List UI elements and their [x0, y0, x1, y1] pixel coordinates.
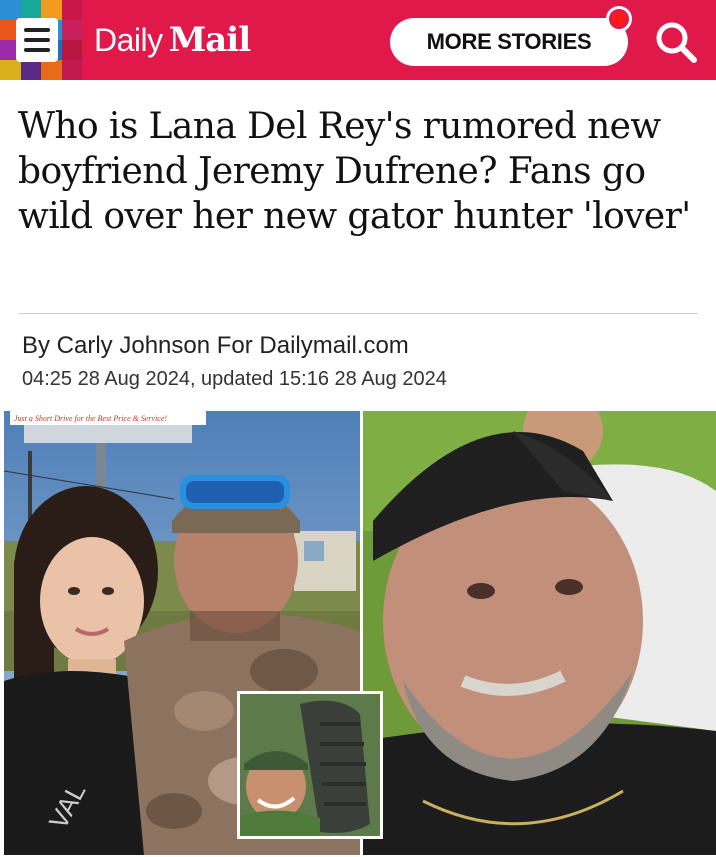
article-byline[interactable]: By Carly Johnson For Dailymail.com	[22, 330, 409, 362]
divider	[18, 313, 698, 314]
more-stories-button[interactable]: MORE STORIES	[390, 18, 628, 66]
inset-photo[interactable]	[237, 691, 383, 839]
article-dateline: 04:25 28 Aug 2024, updated 15:16 28 Aug …	[22, 368, 447, 390]
notification-dot-icon	[606, 6, 632, 32]
site-header: Daily Mail MORE STORIES	[0, 0, 716, 80]
hamburger-menu-icon[interactable]	[16, 18, 58, 62]
brand-mail: Mail	[168, 20, 251, 60]
search-icon[interactable]	[650, 16, 702, 68]
billboard-text: Just a Short Drive for the Best Price & …	[14, 414, 167, 423]
daily-mail-logo[interactable]: Daily Mail	[94, 18, 251, 62]
brand-daily: Daily	[94, 22, 163, 58]
photo-right[interactable]	[363, 411, 716, 855]
article-headline: Who is Lana Del Rey's rumored new boyfri…	[18, 106, 691, 237]
